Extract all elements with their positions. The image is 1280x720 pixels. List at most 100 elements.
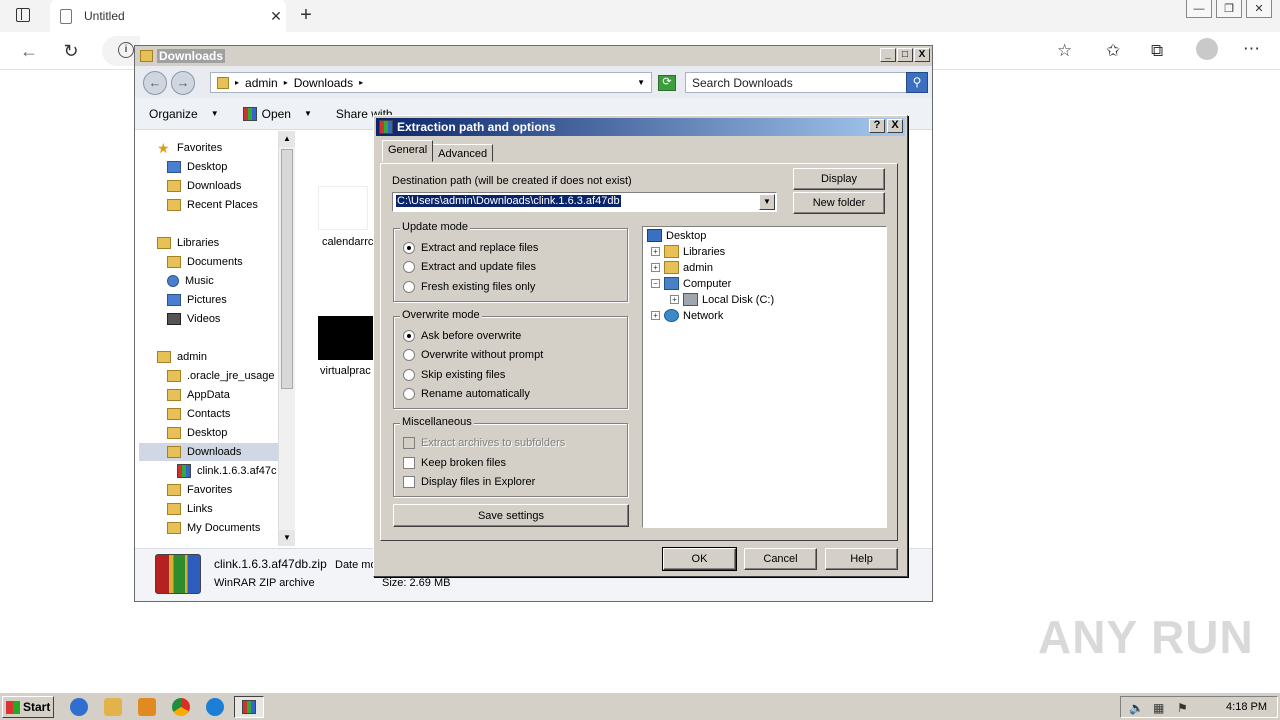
expand-icon[interactable]: + [651,311,660,320]
nav-item-favorites-2[interactable]: Favorites [167,481,232,499]
tree-node-libraries[interactable]: + Libraries [651,245,725,258]
explorer-minimize-button[interactable]: _ [880,48,896,62]
file-label[interactable]: virtualprac [320,365,371,377]
nav-item-recent-places[interactable]: Recent Places [167,196,258,214]
minimize-button[interactable]: — [1186,0,1212,18]
nav-item-appdata[interactable]: AppData [167,386,230,404]
navigation-scrollbar[interactable]: ▲ ▼ [278,131,295,546]
nav-item-clink-archive[interactable]: clink.1.6.3.af47c [177,462,277,480]
checkbox[interactable] [403,476,415,488]
nav-item-contacts[interactable]: Contacts [167,405,230,423]
tab-general[interactable]: General [382,140,434,162]
action-center-flag-icon[interactable]: ⚑ [1177,701,1191,715]
speaker-icon[interactable]: 🔈 [1129,701,1144,715]
radio-rename-automatically[interactable]: Rename automatically [403,388,530,400]
nav-item-links[interactable]: Links [167,500,213,518]
destination-path-combo[interactable]: C:\Users\admin\Downloads\clink.1.6.3.af4… [392,192,777,212]
clock[interactable]: 4:18 PM [1226,701,1267,713]
chevron-right-icon[interactable]: ▸ [235,78,239,87]
tab-close-button[interactable]: ✕ [266,8,286,25]
explorer-close-button[interactable]: X [914,48,930,62]
internet-explorer-icon[interactable] [70,698,88,716]
cancel-button[interactable]: Cancel [744,548,817,570]
tab-actions-icon[interactable] [16,8,30,22]
display-button[interactable]: Display [793,168,885,190]
checkbox-display-in-explorer[interactable]: Display files in Explorer [403,476,535,488]
expand-icon[interactable]: + [670,295,679,304]
start-button[interactable]: Start [2,696,54,718]
tab-advanced[interactable]: Advanced [432,144,494,162]
scroll-up-arrow[interactable]: ▲ [279,131,295,147]
radio-ask-before-overwrite[interactable]: Ask before overwrite [403,330,521,342]
chrome-icon[interactable] [172,698,190,716]
close-button[interactable]: ✕ [1246,0,1272,18]
ok-button[interactable]: OK [662,547,737,571]
chevron-right-icon[interactable]: ▸ [359,78,363,87]
browser-tab[interactable]: Untitled ✕ [50,0,286,32]
explorer-icon[interactable] [104,698,122,716]
media-player-icon[interactable] [138,698,156,716]
dialog-close-button[interactable]: X [887,119,903,133]
more-menu-icon[interactable]: ⋯ [1243,39,1260,59]
network-icon[interactable]: ▦ [1153,701,1167,715]
radio-fresh-existing[interactable]: Fresh existing files only [403,281,535,293]
edge-icon[interactable] [206,698,224,716]
collapse-icon[interactable]: − [651,279,660,288]
expand-icon[interactable]: + [651,247,660,256]
radio-button[interactable] [403,242,415,254]
tree-node-network[interactable]: + Network [651,309,723,322]
help-button[interactable]: ? [869,119,885,133]
expand-icon[interactable]: + [651,263,660,272]
winrar-taskbar-button[interactable] [234,696,264,718]
help-dialog-button[interactable]: Help [825,548,898,570]
nav-item-desktop-2[interactable]: Desktop [167,424,227,442]
add-favorite-icon[interactable]: ☆ [1057,41,1072,61]
nav-item-pictures[interactable]: Pictures [167,291,227,309]
restore-button[interactable]: ❐ [1216,0,1242,18]
tree-node-local-disk[interactable]: + Local Disk (C:) [670,293,774,306]
scroll-thumb[interactable] [281,149,293,389]
nav-item-music[interactable]: Music [167,272,214,290]
tree-node-desktop[interactable]: Desktop [647,229,706,242]
nav-item-desktop[interactable]: Desktop [167,158,227,176]
chevron-down-icon[interactable]: ▼ [637,78,645,87]
nav-item-downloads-selected[interactable]: Downloads [139,443,278,461]
refresh-button[interactable]: ⟳ [658,75,676,91]
nav-item-documents[interactable]: Documents [167,253,243,271]
nav-item-videos[interactable]: Videos [167,310,220,328]
radio-button[interactable] [403,369,415,381]
profile-avatar[interactable] [1196,38,1218,60]
nav-item-libraries[interactable]: Libraries [157,234,219,252]
breadcrumb[interactable]: ▸ admin ▸ Downloads ▸ ▼ [210,72,652,93]
radio-overwrite-without-prompt[interactable]: Overwrite without prompt [403,349,543,361]
chevron-right-icon[interactable]: ▸ [284,78,288,87]
favorites-icon[interactable]: ✩ [1106,41,1120,61]
nav-item-downloads[interactable]: Downloads [167,177,241,195]
explorer-maximize-button[interactable]: □ [897,48,913,62]
new-folder-button[interactable]: New folder [793,192,885,214]
radio-button[interactable] [403,349,415,361]
organize-button[interactable]: Organize ▼ [135,107,229,121]
radio-button[interactable] [403,388,415,400]
destination-path-value[interactable]: C:\Users\admin\Downloads\clink.1.6.3.af4… [396,195,621,207]
file-thumbnail[interactable] [318,316,374,360]
breadcrumb-item[interactable]: Downloads [294,76,353,90]
folder-tree[interactable]: Desktop + Libraries + admin − Computer + Loc… [642,226,887,528]
chevron-down-icon[interactable]: ▼ [759,194,775,210]
explorer-forward-button[interactable]: → [171,71,195,95]
radio-button[interactable] [403,281,415,293]
checkbox-keep-broken-files[interactable]: Keep broken files [403,457,506,469]
breadcrumb-item[interactable]: admin [245,76,278,90]
radio-skip-existing[interactable]: Skip existing files [403,369,505,381]
open-button[interactable]: Open ▼ [229,106,322,121]
explorer-back-button[interactable]: ← [143,71,167,95]
back-button[interactable]: ← [18,40,40,62]
file-thumbnail[interactable] [318,186,368,230]
search-icon[interactable]: ⚲ [906,72,928,93]
search-input[interactable]: Search Downloads [685,72,908,93]
radio-extract-replace[interactable]: Extract and replace files [403,242,538,254]
nav-item-admin[interactable]: admin [157,348,207,366]
reload-button[interactable]: ↻ [60,40,82,62]
radio-button[interactable] [403,330,415,342]
file-label[interactable]: calendarrc [322,236,373,248]
